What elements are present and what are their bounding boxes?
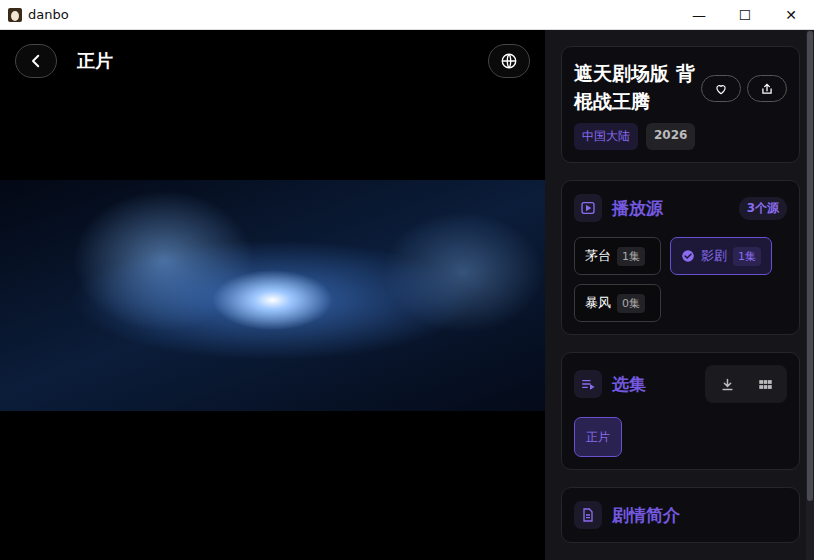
source-button[interactable]: 茅台 1集 xyxy=(574,237,661,275)
video-frame xyxy=(0,180,545,411)
detail-panel: 遮天剧场版 背棍战王腾 中国大陆 2026 播放源 3个源 茅台 1集 影剧 1集… xyxy=(545,30,814,560)
episode-count-badge: 1集 xyxy=(617,247,645,266)
check-circle-icon xyxy=(681,249,695,263)
app-window: danbo —☐✕ 正片 遮天剧场版 背棍战王腾 中国大陆 2026 播放源 3个… xyxy=(0,0,814,560)
back-button[interactable] xyxy=(15,44,57,78)
scrollbar-thumb[interactable] xyxy=(807,31,813,501)
document-icon xyxy=(580,507,596,523)
episode-count-badge: 0集 xyxy=(617,294,645,313)
window-control-button[interactable]: ☐ xyxy=(722,0,768,29)
grid-icon xyxy=(758,377,773,392)
episodes-card: 选集 正片 xyxy=(561,352,800,470)
info-card: 遮天剧场版 背棍战王腾 中国大陆 2026 xyxy=(561,46,800,163)
scrollbar[interactable] xyxy=(806,30,814,560)
source-name: 影剧 xyxy=(701,247,727,265)
player-title: 正片 xyxy=(77,49,113,73)
favorite-button[interactable] xyxy=(701,75,741,102)
tag: 中国大陆 xyxy=(574,123,638,150)
episode-tools xyxy=(705,365,787,403)
title-bar: danbo —☐✕ xyxy=(0,0,814,30)
language-button[interactable] xyxy=(488,44,530,78)
source-name: 茅台 xyxy=(585,247,611,265)
window-title: danbo xyxy=(28,7,69,22)
globe-icon xyxy=(500,52,518,70)
episode-button[interactable]: 正片 xyxy=(574,417,622,457)
download-button[interactable] xyxy=(709,369,745,399)
episode-count-badge: 1集 xyxy=(733,247,761,266)
heart-icon xyxy=(714,82,728,96)
play-square-icon xyxy=(580,200,596,216)
tag: 2026 xyxy=(646,123,695,150)
share-icon xyxy=(760,82,774,96)
grid-view-button[interactable] xyxy=(747,369,783,399)
share-button[interactable] xyxy=(747,75,787,102)
player-top-bar: 正片 xyxy=(0,30,545,92)
app-logo-icon xyxy=(8,8,22,22)
synopsis-heading: 剧情简介 xyxy=(612,504,680,527)
show-title: 遮天剧场版 背棍战王腾 xyxy=(574,59,695,115)
source-button[interactable]: 暴风 0集 xyxy=(574,284,661,322)
source-icon-box xyxy=(574,194,602,222)
window-control-button[interactable]: ✕ xyxy=(768,0,814,29)
window-control-button[interactable]: — xyxy=(676,0,722,29)
episodes-heading: 选集 xyxy=(612,373,646,396)
synopsis-card: 剧情简介 xyxy=(561,487,800,543)
source-button[interactable]: 影剧 1集 xyxy=(670,237,772,275)
download-icon xyxy=(720,377,735,392)
chevron-left-icon xyxy=(27,52,45,70)
source-count-badge: 3个源 xyxy=(739,197,787,220)
playlist-icon xyxy=(580,376,596,392)
synopsis-icon-box xyxy=(574,501,602,529)
source-name: 暴风 xyxy=(585,294,611,312)
video-player[interactable]: 正片 xyxy=(0,30,545,560)
sources-card: 播放源 3个源 茅台 1集 影剧 1集 暴风 0集 xyxy=(561,180,800,335)
episodes-icon-box xyxy=(574,370,602,398)
sources-heading: 播放源 xyxy=(612,197,663,220)
